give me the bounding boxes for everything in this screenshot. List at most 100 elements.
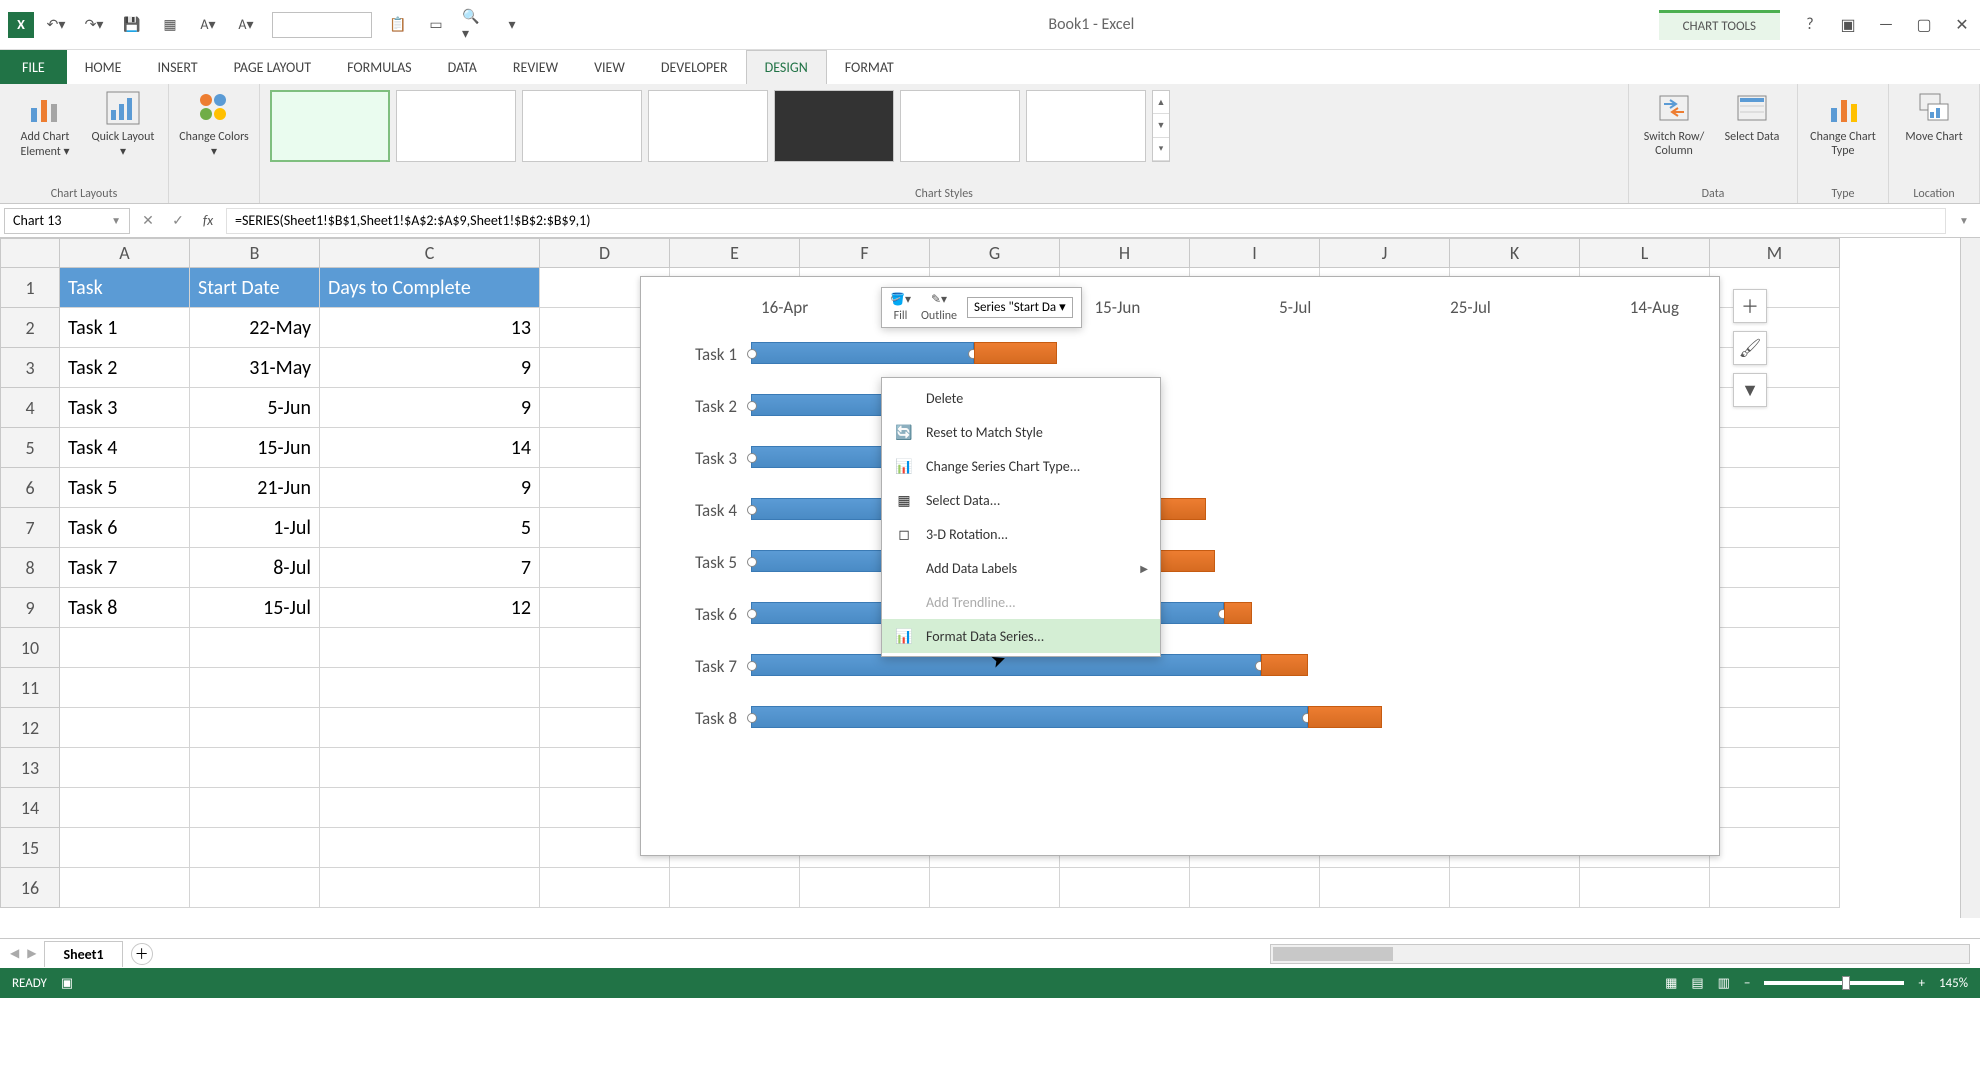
column-header[interactable]: L — [1580, 238, 1710, 268]
cell[interactable] — [1060, 868, 1190, 908]
cell[interactable] — [1450, 868, 1580, 908]
cell[interactable] — [1710, 388, 1840, 428]
cell[interactable] — [60, 628, 190, 668]
cell[interactable]: 12 — [320, 588, 540, 628]
column-header[interactable]: E — [670, 238, 800, 268]
cell[interactable]: 1-Jul — [190, 508, 320, 548]
select-data-button[interactable]: Select Data — [1717, 90, 1787, 144]
cell[interactable] — [800, 868, 930, 908]
cell[interactable] — [320, 748, 540, 788]
row-header[interactable]: 13 — [0, 748, 60, 788]
cell[interactable]: 21-Jun — [190, 468, 320, 508]
cell[interactable]: 31-May — [190, 348, 320, 388]
column-header[interactable]: B — [190, 238, 320, 268]
tab-insert[interactable]: INSERT — [140, 50, 216, 84]
column-header[interactable]: A — [60, 238, 190, 268]
row-header[interactable]: 15 — [0, 828, 60, 868]
chart-filter-funnel-icon[interactable]: ▼ — [1733, 373, 1767, 407]
maximize-icon[interactable]: ▢ — [1914, 15, 1934, 35]
options-icon[interactable]: ▾ — [500, 13, 524, 37]
tab-file[interactable]: FILE — [0, 50, 67, 84]
chart-style-3[interactable] — [522, 90, 642, 162]
row-header[interactable]: 8 — [0, 548, 60, 588]
cell[interactable]: Task 2 — [60, 348, 190, 388]
cell[interactable] — [60, 788, 190, 828]
cell[interactable] — [320, 788, 540, 828]
cell[interactable]: 15-Jul — [190, 588, 320, 628]
cell[interactable] — [60, 868, 190, 908]
row-header[interactable]: 16 — [0, 868, 60, 908]
tab-view[interactable]: VIEW — [576, 50, 643, 84]
row-header[interactable]: 1 — [0, 268, 60, 308]
row-header[interactable]: 11 — [0, 668, 60, 708]
chart-style-6[interactable] — [900, 90, 1020, 162]
cell[interactable]: 5 — [320, 508, 540, 548]
row-header[interactable]: 14 — [0, 788, 60, 828]
cell[interactable] — [930, 868, 1060, 908]
cm-3d-rotation[interactable]: ◻3-D Rotation... — [882, 517, 1160, 551]
zoom-in-icon[interactable]: + — [1918, 976, 1924, 991]
cell[interactable]: 15-Jun — [190, 428, 320, 468]
tab-page-layout[interactable]: PAGE LAYOUT — [216, 50, 329, 84]
chart-elements-plus-icon[interactable]: ＋ — [1733, 289, 1767, 323]
cell[interactable] — [1190, 868, 1320, 908]
column-header[interactable]: H — [1060, 238, 1190, 268]
tab-design[interactable]: DESIGN — [746, 50, 827, 84]
add-chart-element-button[interactable]: Add Chart Element ▾ — [10, 90, 80, 159]
cell[interactable]: Days to Complete — [320, 268, 540, 308]
cell[interactable]: 8-Jul — [190, 548, 320, 588]
formula-expand-icon[interactable]: ▼ — [1952, 209, 1976, 233]
cell[interactable] — [1710, 788, 1840, 828]
cancel-icon[interactable]: ✕ — [136, 209, 160, 233]
font-increase-icon[interactable]: A▾ — [234, 13, 258, 37]
cell[interactable] — [190, 708, 320, 748]
cell[interactable]: 13 — [320, 308, 540, 348]
switch-row-column-button[interactable]: Switch Row/ Column — [1639, 90, 1709, 158]
cell[interactable] — [1710, 868, 1840, 908]
row-header[interactable]: 2 — [0, 308, 60, 348]
column-header[interactable]: D — [540, 238, 670, 268]
cell[interactable] — [1710, 668, 1840, 708]
column-header[interactable]: F — [800, 238, 930, 268]
column-header[interactable]: J — [1320, 238, 1450, 268]
zoom-out-icon[interactable]: − — [1744, 976, 1750, 991]
cell[interactable]: Task 5 — [60, 468, 190, 508]
tab-review[interactable]: REVIEW — [495, 50, 576, 84]
row-header[interactable]: 5 — [0, 428, 60, 468]
outline-button[interactable]: ✎▾ Outline — [921, 292, 957, 323]
vertical-scrollbar[interactable] — [1960, 238, 1980, 918]
cell[interactable]: 7 — [320, 548, 540, 588]
change-chart-type-button[interactable]: Change Chart Type — [1808, 90, 1878, 158]
cell[interactable]: 9 — [320, 388, 540, 428]
undo-icon[interactable]: ↶▾ — [44, 13, 68, 37]
row-header[interactable]: 6 — [0, 468, 60, 508]
cell[interactable]: Task 3 — [60, 388, 190, 428]
cell[interactable]: Task 7 — [60, 548, 190, 588]
row-header[interactable]: 7 — [0, 508, 60, 548]
cell[interactable] — [190, 748, 320, 788]
cm-add-data-labels[interactable]: Add Data Labels▶ — [882, 551, 1160, 585]
cell[interactable] — [1710, 628, 1840, 668]
fill-button[interactable]: 🪣▾ Fill — [890, 292, 911, 323]
tab-developer[interactable]: DEVELOPER — [643, 50, 746, 84]
chart-style-7[interactable] — [1026, 90, 1146, 162]
view-page-layout-icon[interactable]: ▤ — [1691, 976, 1703, 991]
chart-style-1[interactable] — [270, 90, 390, 162]
sheet-nav-prev-icon[interactable]: ◀ — [10, 946, 19, 961]
embedded-chart[interactable]: ＋ 🖌 ▼ 16-Apr615-Jun5-Jul25-Jul14-Aug Tas… — [640, 276, 1720, 856]
cell[interactable]: Task 4 — [60, 428, 190, 468]
save-icon[interactable]: 💾 — [120, 13, 144, 37]
ribbon-display-icon[interactable]: ▣ — [1838, 15, 1858, 35]
column-header[interactable]: K — [1450, 238, 1580, 268]
column-header[interactable]: G — [930, 238, 1060, 268]
cm-change-type[interactable]: 📊Change Series Chart Type... — [882, 449, 1160, 483]
row-header[interactable]: 3 — [0, 348, 60, 388]
cell[interactable]: 9 — [320, 348, 540, 388]
cell[interactable] — [320, 668, 540, 708]
series-selector[interactable]: Series "Start Da ▾ — [967, 297, 1073, 318]
cell[interactable] — [1710, 348, 1840, 388]
cell[interactable]: 22-May — [190, 308, 320, 348]
cell[interactable] — [1710, 748, 1840, 788]
macro-record-icon[interactable]: ▣ — [61, 976, 73, 991]
close-icon[interactable]: ✕ — [1952, 15, 1972, 35]
